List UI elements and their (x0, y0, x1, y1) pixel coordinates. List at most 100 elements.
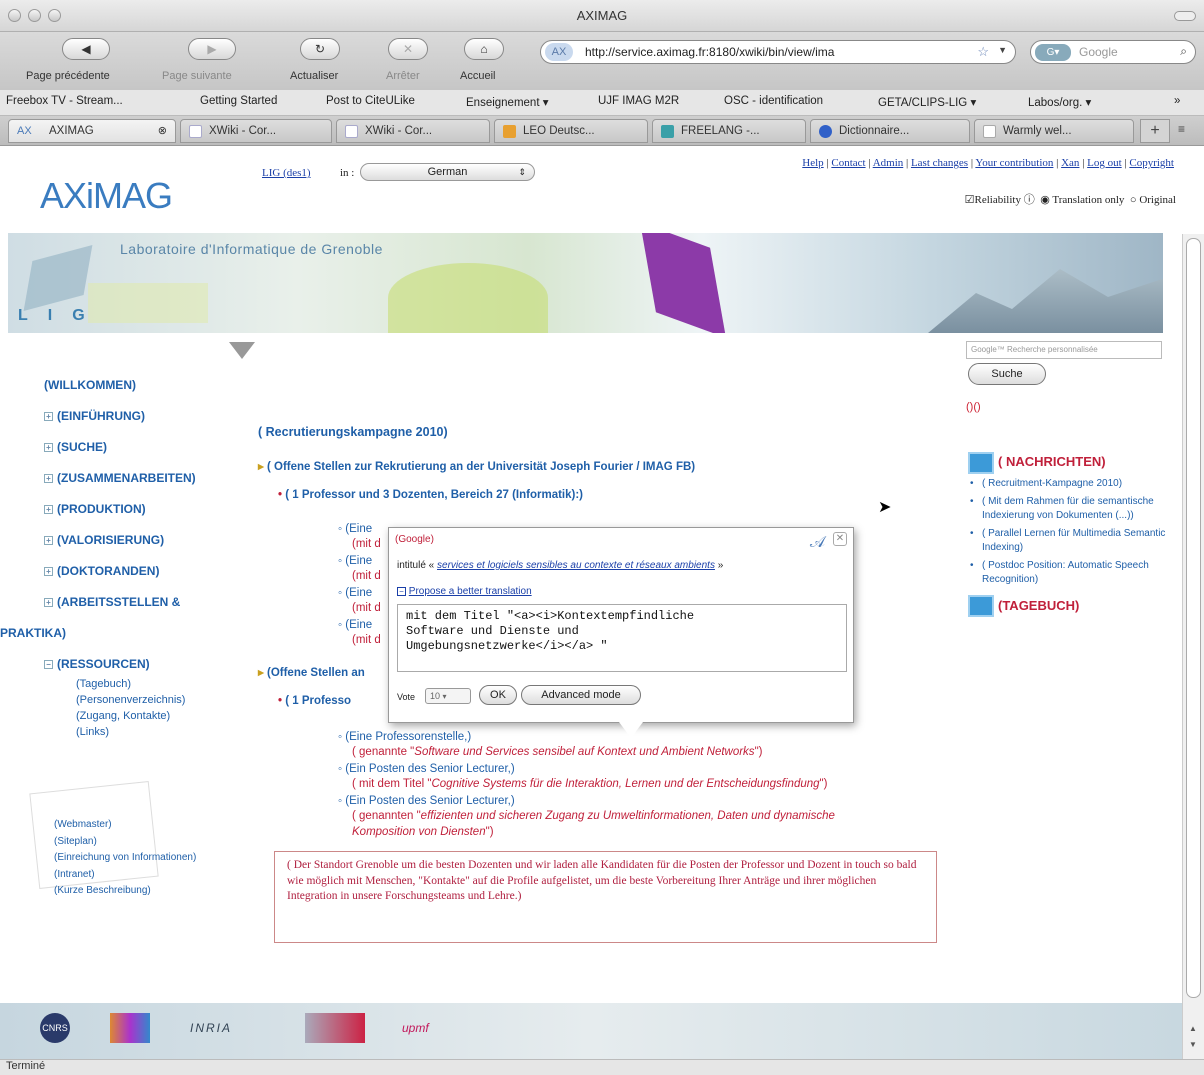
nav-arbeitsstellen[interactable]: + (ARBEITSSTELLEN & (44, 592, 254, 623)
tab-warmly[interactable]: Warmly wel... (974, 119, 1134, 143)
copyright-link[interactable]: Copyright (1129, 157, 1174, 169)
news-heading[interactable]: ( NACHRICHTEN) (968, 447, 1168, 477)
bookmark-item[interactable]: UJF IMAG M2R (598, 95, 679, 107)
scroll-up-icon[interactable]: ▲ (1189, 1024, 1197, 1033)
search-icon[interactable]: ⌕ (1180, 44, 1187, 59)
vote-select[interactable]: 10 ▾ (425, 688, 471, 704)
aximag-logo[interactable]: AXiMAG (40, 175, 173, 217)
custom-search-input[interactable]: Google™ Recherche personnalisée (966, 341, 1162, 359)
nav-einfuhrung[interactable]: + (EINFÜHRUNG) (44, 406, 254, 437)
lig-link[interactable]: LIG (des1) (262, 167, 311, 179)
tab-leo[interactable]: LEO Deutsc... (494, 119, 648, 143)
news-item[interactable]: ( Postdoc Position: Automatic Speech Rec… (968, 559, 1168, 588)
expand-icon[interactable]: + (44, 505, 53, 515)
diary-heading[interactable]: (TAGEBUCH) (968, 591, 1168, 621)
url-text[interactable]: http://service.aximag.fr:8180/xwiki/bin/… (585, 45, 834, 59)
expand-icon[interactable]: + (44, 567, 53, 577)
nav-suche[interactable]: + (SUCHE) (44, 437, 254, 468)
nav-praktika[interactable]: PRAKTIKA) (0, 623, 254, 654)
scrollbar-thumb[interactable] (1186, 238, 1201, 998)
toolbar-toggle-button[interactable] (1174, 11, 1196, 21)
nav-ressourcen[interactable]: − (RESSOURCEN) (44, 654, 254, 676)
short-description-link[interactable]: (Kurze Beschreibung) (54, 883, 196, 900)
collapse-icon[interactable]: − (397, 587, 406, 596)
news-item[interactable]: ( Recruitment-Kampagne 2010) (968, 477, 1168, 492)
expand-icon[interactable]: + (44, 474, 53, 484)
translation-only-radio[interactable]: ◉ (1040, 194, 1050, 206)
tab-xwiki-1[interactable]: XWiki - Cor... (180, 119, 332, 143)
bookmark-item[interactable]: Post to CiteULike (326, 95, 415, 107)
nav-links[interactable]: (Links) (44, 724, 254, 740)
propose-translation[interactable]: − Propose a better translation (397, 586, 532, 597)
bookmark-item[interactable]: Getting Started (200, 95, 277, 107)
tab-close-icon[interactable]: ⊗ (158, 124, 167, 137)
upmf-logo[interactable]: upmf (402, 1013, 429, 1043)
nav-zusammenarbeiten[interactable]: + (ZUSAMMENARBEITEN) (44, 468, 254, 499)
webmaster-link[interactable]: (Webmaster) (54, 817, 196, 834)
intranet-link[interactable]: (Intranet) (54, 867, 196, 884)
inria-logo[interactable]: INRIA (190, 1013, 232, 1043)
back-button[interactable]: ◀ (62, 38, 110, 60)
bookmark-folder[interactable]: GETA/CLIPS-LIG ▾ (878, 95, 976, 109)
bookmarks-overflow-button[interactable]: » (1174, 95, 1180, 107)
advanced-mode-button[interactable]: Advanced mode (521, 685, 641, 705)
siteplan-link[interactable]: (Siteplan) (54, 834, 196, 851)
news-item[interactable]: ( Mit dem Rahmen für die semantische Ind… (968, 495, 1168, 524)
tab-dictionnaire[interactable]: Dictionnaire... (810, 119, 970, 143)
home-button[interactable]: ⌂ (464, 38, 504, 60)
url-history-dropdown-icon[interactable]: ▼ (998, 45, 1007, 55)
stop-button[interactable]: ✕ (388, 38, 428, 60)
help-icon[interactable]: ⓘ (1024, 194, 1035, 206)
nav-willkommen[interactable]: (WILLKOMMEN) (44, 375, 254, 406)
nav-doktoranden[interactable]: + (DOKTORANDEN) (44, 561, 254, 592)
submit-info-link[interactable]: (Einreichung von Informationen) (54, 850, 196, 867)
scroll-down-icon[interactable]: ▼ (1189, 1040, 1197, 1049)
source-link[interactable]: services et logiciels sensibles au conte… (437, 560, 715, 571)
bookmark-folder[interactable]: Enseignement ▾ (466, 95, 549, 109)
your-contribution-link[interactable]: Your contribution (975, 157, 1053, 169)
close-icon[interactable]: ✕ (833, 532, 847, 546)
nav-valorisierung[interactable]: + (VALORISIERUNG) (44, 530, 254, 561)
nav-tagebuch[interactable]: (Tagebuch) (44, 676, 254, 692)
tab-xwiki-2[interactable]: XWiki - Cor... (336, 119, 490, 143)
bookmark-folder[interactable]: Labos/org. ▾ (1028, 95, 1091, 109)
reload-button[interactable]: ↻ (300, 38, 340, 60)
vertical-scrollbar[interactable]: ▲ ▼ (1182, 234, 1204, 1059)
google-engine-icon[interactable]: G▾ (1035, 44, 1071, 61)
expand-icon[interactable]: + (44, 412, 53, 422)
help-link[interactable]: Help (802, 157, 823, 169)
nav-personenverzeichnis[interactable]: (Personenverzeichnis) (44, 692, 254, 708)
user-link[interactable]: Xan (1061, 157, 1079, 169)
tab-freelang[interactable]: FREELANG -... (652, 119, 806, 143)
news-item[interactable]: ( Parallel Lernen für Multimedia Semanti… (968, 527, 1168, 556)
bookmark-item[interactable]: OSC - identification (724, 95, 823, 107)
search-button[interactable]: Suche (968, 363, 1046, 385)
pager[interactable]: ()() (966, 401, 981, 413)
tab-aximag[interactable]: AX AXIMAG ⊗ (8, 119, 176, 143)
last-changes-link[interactable]: Last changes (911, 157, 968, 169)
url-bar[interactable]: AX http://service.aximag.fr:8180/xwiki/b… (540, 40, 1016, 64)
bookmark-item[interactable]: Freebox TV - Stream... (6, 95, 123, 107)
reliability-checkbox[interactable]: ☑ (965, 194, 975, 206)
forward-button[interactable]: ▶ (188, 38, 236, 60)
new-tab-button[interactable]: + (1140, 119, 1170, 143)
expand-icon[interactable]: + (44, 536, 53, 546)
admin-link[interactable]: Admin (873, 157, 904, 169)
translation-textarea[interactable]: mit dem Titel "<a><i>Kontextempfindliche… (397, 604, 847, 672)
original-radio[interactable]: ○ (1130, 194, 1137, 206)
bookmark-star-icon[interactable]: ☆ (977, 44, 989, 60)
expand-icon[interactable]: + (44, 598, 53, 608)
collapse-icon[interactable]: − (44, 660, 53, 670)
ok-button[interactable]: OK (479, 685, 517, 705)
contact-link[interactable]: Contact (831, 157, 865, 169)
tab-list-icon[interactable]: ≡ (1178, 122, 1185, 136)
nav-zugang-kontakte[interactable]: (Zugang, Kontakte) (44, 708, 254, 724)
logout-link[interactable]: Log out (1087, 157, 1122, 169)
cnrs-logo[interactable]: CNRS (40, 1013, 70, 1043)
institute-logo[interactable] (305, 1013, 365, 1043)
nav-produktion[interactable]: + (PRODUKTION) (44, 499, 254, 530)
search-box[interactable]: G▾ Google ⌕ (1030, 40, 1196, 64)
language-select[interactable]: German ⇕ (360, 163, 535, 181)
search-input[interactable]: Google (1079, 45, 1118, 59)
expand-icon[interactable]: + (44, 443, 53, 453)
